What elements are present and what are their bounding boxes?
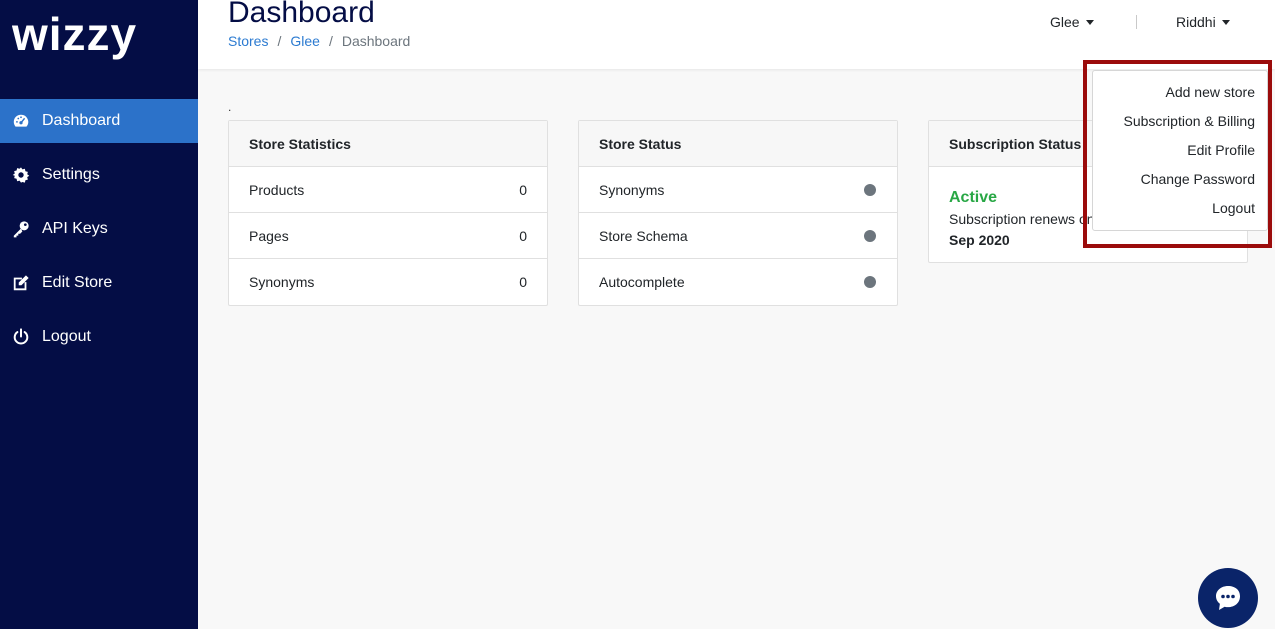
menu-item-add-new-store[interactable]: Add new store xyxy=(1093,77,1267,106)
sidebar-item-logout[interactable]: Logout xyxy=(0,315,198,359)
chat-widget-button[interactable] xyxy=(1198,568,1258,628)
stat-label: Synonyms xyxy=(249,274,315,290)
breadcrumb-separator: / xyxy=(328,33,333,49)
edit-icon xyxy=(12,274,30,292)
stat-row-synonyms: Synonyms 0 xyxy=(229,259,547,305)
subscription-renew-date: Sep 2020 xyxy=(949,232,1010,248)
power-icon xyxy=(12,328,30,346)
breadcrumb-stores-link[interactable]: Stores xyxy=(228,33,268,49)
status-row-store-schema: Store Schema xyxy=(579,213,897,259)
store-selector-dropdown[interactable]: Glee xyxy=(1050,14,1094,30)
breadcrumb: Stores / Glee / Dashboard xyxy=(228,33,410,49)
store-status-card: Store Status Synonyms Store Schema Autoc… xyxy=(578,120,898,306)
gear-icon xyxy=(12,166,30,184)
stat-value: 0 xyxy=(519,227,527,244)
card-title: Store Status xyxy=(579,121,897,167)
user-menu-label: Riddhi xyxy=(1176,14,1216,30)
menu-item-subscription-billing[interactable]: Subscription & Billing xyxy=(1093,106,1267,135)
status-label: Store Schema xyxy=(599,227,688,244)
breadcrumb-current: Dashboard xyxy=(341,33,411,49)
stat-row-products: Products 0 xyxy=(229,167,547,213)
caret-down-icon xyxy=(1085,19,1094,25)
status-indicator-dot xyxy=(864,183,876,196)
card-title: Store Statistics xyxy=(229,121,547,167)
sidebar-nav: Dashboard Settings API Keys Edit Store L… xyxy=(0,99,198,369)
sidebar-item-label: API Keys xyxy=(42,220,108,237)
sidebar-item-label: Edit Store xyxy=(42,274,113,291)
store-statistics-card: Store Statistics Products 0 Pages 0 Syno… xyxy=(228,120,548,306)
status-label: Autocomplete xyxy=(599,274,685,290)
status-indicator-dot xyxy=(864,229,876,242)
key-icon xyxy=(12,220,30,238)
dashboard-icon xyxy=(12,112,30,130)
status-indicator-dot xyxy=(864,276,876,288)
sidebar-item-label: Settings xyxy=(42,166,100,183)
stat-row-pages: Pages 0 xyxy=(229,213,547,259)
page-title: Dashboard xyxy=(228,0,375,29)
sidebar-item-label: Logout xyxy=(42,328,91,345)
menu-item-logout[interactable]: Logout xyxy=(1093,193,1267,222)
sidebar-item-api-keys[interactable]: API Keys xyxy=(0,207,198,251)
store-selector-label: Glee xyxy=(1050,14,1080,30)
sidebar-item-settings[interactable]: Settings xyxy=(0,153,198,197)
stat-label: Pages xyxy=(249,227,289,244)
menu-item-change-password[interactable]: Change Password xyxy=(1093,164,1267,193)
sidebar: wizzy Dashboard Settings API Keys Edit S… xyxy=(0,0,198,629)
status-row-synonyms: Synonyms xyxy=(579,167,897,213)
caret-down-icon xyxy=(1221,19,1230,25)
user-dropdown-menu: Add new store Subscription & Billing Edi… xyxy=(1092,70,1268,231)
stat-value: 0 xyxy=(519,274,527,290)
top-header: Dashboard Stores / Glee / Dashboard Glee… xyxy=(198,0,1275,69)
breadcrumb-separator: / xyxy=(277,33,282,49)
user-menu-dropdown[interactable]: Riddhi xyxy=(1176,14,1230,30)
sidebar-item-label: Dashboard xyxy=(42,112,121,129)
svg-text:wizzy: wizzy xyxy=(12,12,137,60)
status-row-autocomplete: Autocomplete xyxy=(579,259,897,305)
sidebar-item-edit-store[interactable]: Edit Store xyxy=(0,261,198,305)
stat-value: 0 xyxy=(519,181,527,198)
sidebar-item-dashboard[interactable]: Dashboard xyxy=(0,99,198,143)
status-label: Synonyms xyxy=(599,181,665,198)
content-marker: . xyxy=(228,100,232,114)
stat-label: Products xyxy=(249,181,305,198)
breadcrumb-store-link[interactable]: Glee xyxy=(290,33,320,49)
wizzy-logo[interactable]: wizzy xyxy=(12,12,162,68)
chat-bubble-icon xyxy=(1216,586,1240,610)
menu-item-edit-profile[interactable]: Edit Profile xyxy=(1093,135,1267,164)
header-divider xyxy=(1136,15,1137,29)
